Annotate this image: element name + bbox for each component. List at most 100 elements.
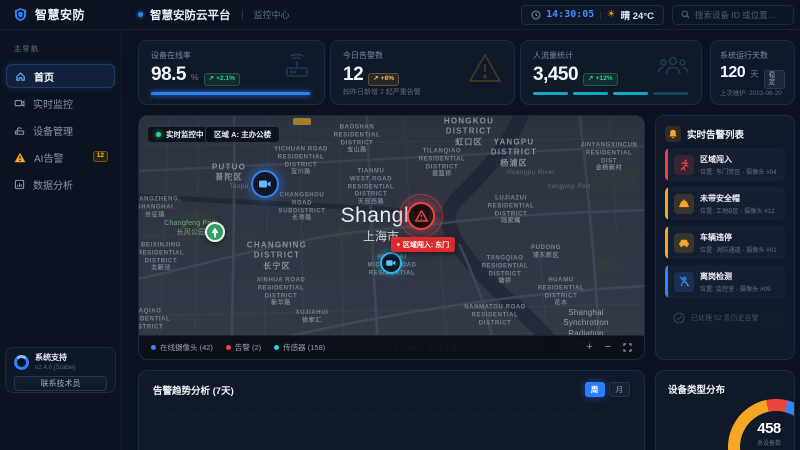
car-icon: [674, 233, 694, 253]
alert-location: 位置: 工地B区 - 摄像头 #12: [700, 206, 775, 215]
trend-title: 告警趋势分析 (7天): [153, 383, 234, 397]
trend-up-icon: ↗: [588, 76, 594, 83]
search-box[interactable]: [672, 5, 794, 25]
legend-dot-red: [226, 345, 231, 350]
platform-title: 智慧安防云平台: [150, 7, 231, 23]
map-panel[interactable]: PUTUO 普陀区 Taopu YICHUAN ROAD RESIDENTIAL…: [138, 115, 645, 360]
alert-title: 离岗检测: [700, 271, 770, 282]
home-icon: [15, 71, 26, 82]
shield-logo-icon: [13, 7, 28, 22]
zoom-in-button[interactable]: +: [586, 342, 592, 353]
nav-section-label: 主导航: [14, 44, 121, 54]
alert-item-illegal-parking[interactable]: 车辆违停 位置: 消防通道 - 摄像头 #01: [665, 226, 785, 259]
toggle-week-button[interactable]: 周: [585, 382, 605, 397]
status-badge: 稳定: [764, 70, 785, 89]
sidebar-item-ai-alerts[interactable]: AI告警 12: [6, 145, 115, 169]
map-poi-highlight: [293, 118, 311, 125]
contact-support-button[interactable]: 联系技术员: [14, 376, 107, 391]
device-icon: [14, 125, 25, 136]
realtime-alerts-panel: 实时告警列表 区域闯入 位置: 东门禁区 - 摄像头 #04 未带安全帽 位置:…: [655, 115, 795, 360]
stat-card-online-rate: 设备在线率 98.5 % ↗+2.1%: [138, 40, 325, 105]
camera-marker[interactable]: [251, 170, 279, 198]
legend-dot-cyan: [274, 345, 279, 350]
online-rate-progressbar: [151, 92, 312, 95]
support-card: 系统支持 v2.4.0 [Stable] 联系技术员: [5, 347, 116, 393]
status-dot: [138, 12, 143, 17]
history-text: 已处理 52 条历史告警: [691, 313, 759, 323]
alert-tag-dot: [397, 243, 400, 246]
router-icon: [282, 53, 312, 84]
stat-value: 98.5: [151, 65, 186, 84]
toggle-month-button[interactable]: 月: [609, 382, 631, 397]
live-dot: [156, 132, 161, 137]
device-total-label: 总设备数: [746, 438, 792, 447]
alert-title: 区域闯入: [700, 154, 777, 165]
park-marker[interactable]: [205, 222, 225, 242]
support-version: v2.4.0 [Stable]: [35, 364, 75, 371]
people-icon: [657, 53, 689, 82]
zoom-out-button[interactable]: −: [605, 342, 611, 353]
sidebar-item-label: 设备管理: [33, 123, 73, 138]
history-alerts-row[interactable]: 已处理 52 条历史告警: [665, 305, 785, 330]
search-input[interactable]: [695, 10, 785, 20]
alert-count-badge: 12: [93, 151, 108, 162]
platform-title-group: 智慧安防云平台 监控中心: [138, 7, 290, 23]
sun-icon: ☀: [607, 10, 616, 20]
sidebar-item-label: 实时监控: [33, 96, 73, 111]
sidebar-item-label: 数据分析: [33, 177, 73, 192]
stat-value: 120: [720, 65, 745, 81]
alerts-header: 实时告警列表: [665, 126, 785, 142]
alert-item-intrusion[interactable]: 区域闯入 位置: 东门禁区 - 摄像头 #04: [665, 148, 785, 181]
divider: |: [599, 10, 601, 20]
live-monitoring-badge: 实时监控中: [147, 126, 213, 143]
map-controls: + −: [586, 342, 632, 353]
alert-tag-label[interactable]: 区域闯入: 东门: [391, 237, 455, 252]
dashboard-root: 智慧安防 智慧安防云平台 监控中心 14:30:05 | ☀ 晴 24°C: [0, 0, 800, 450]
legend-alerts: 告警 (2): [226, 342, 261, 353]
camera-marker-cyan[interactable]: [380, 252, 402, 274]
sidebar-item-device-mgmt[interactable]: 设备管理: [6, 118, 115, 142]
trend-up-icon: ↗: [209, 76, 215, 83]
stat-subtext: 上次维护: 2023-06-20: [720, 88, 782, 97]
weather-text: 晴 24°C: [621, 8, 654, 22]
stat-value: 3,450: [533, 65, 578, 84]
bell-icon: [665, 126, 681, 142]
chart-gridline: [153, 437, 630, 438]
topbar-right: 14:30:05 | ☀ 晴 24°C: [521, 5, 800, 25]
zone-badge: 区域 A: 主办公楼: [205, 126, 280, 143]
people-flow-segments: [533, 92, 688, 95]
bar-chart-icon: [14, 179, 25, 190]
sidebar-item-home[interactable]: 首页: [6, 64, 115, 88]
warning-triangle-icon: [14, 152, 26, 163]
sidebar-item-live-monitor[interactable]: 实时监控: [6, 91, 115, 115]
alert-item-away-detection[interactable]: 离岗检测 位置: 监控室 - 摄像头 #09: [665, 265, 785, 298]
alert-item-no-helmet[interactable]: 未带安全帽 位置: 工地B区 - 摄像头 #12: [665, 187, 785, 220]
device-distribution-panel: 设备类型分布 458 总设备数: [655, 370, 795, 450]
sidebar-item-label: 首页: [34, 69, 54, 84]
person-away-icon: [674, 272, 694, 292]
clock-time: 14:30:05: [546, 9, 594, 20]
support-title: 系统支持: [35, 354, 75, 363]
legend-sensors: 传感器 (158): [274, 342, 325, 353]
stat-card-today-alerts: 今日告警数 12 ↗+8% 较昨日新增 2 起严重告警: [330, 40, 515, 105]
top-bar: 智慧安防 智慧安防云平台 监控中心 14:30:05 | ☀ 晴 24°C: [0, 0, 800, 30]
time-weather-pill: 14:30:05 | ☀ 晴 24°C: [521, 5, 664, 25]
alerts-panel-title: 实时告警列表: [687, 127, 744, 141]
alert-trend-panel: 告警趋势分析 (7天) 周 月: [138, 370, 645, 450]
stat-unit: 天: [750, 68, 759, 80]
running-person-icon: [674, 155, 694, 175]
monitor-camera-icon: [14, 98, 25, 109]
alert-marker[interactable]: [407, 202, 435, 230]
fullscreen-icon[interactable]: [623, 343, 632, 352]
alert-title: 未带安全帽: [700, 193, 775, 204]
stat-label: 系统运行天数: [720, 50, 785, 61]
stat-subtext: 较昨日新增 2 起严重告警: [343, 87, 421, 97]
device-chart-title: 设备类型分布: [668, 382, 782, 396]
alert-location: 位置: 消防通道 - 摄像头 #01: [700, 245, 777, 254]
stat-card-people-flow: 人流量统计 3,450 ↗+12%: [520, 40, 702, 105]
brand-name: 智慧安防: [35, 6, 85, 23]
brand: 智慧安防: [0, 6, 122, 23]
check-circle-icon: [673, 312, 685, 324]
sidebar-item-data-analysis[interactable]: 数据分析: [6, 172, 115, 196]
device-total-value: 458: [746, 420, 792, 437]
